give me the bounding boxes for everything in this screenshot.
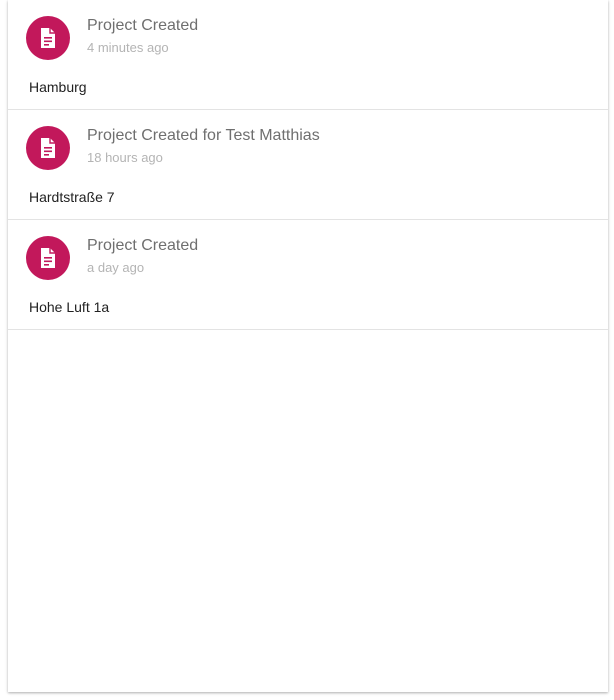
document-icon xyxy=(41,28,55,48)
activity-title: Project Created for Test Matthias xyxy=(87,127,320,144)
activity-time: a day ago xyxy=(87,260,145,275)
activity-item[interactable]: Project Created 4 minutes ago Hamburg xyxy=(8,0,608,110)
document-icon xyxy=(41,138,55,158)
activity-address: Hamburg xyxy=(29,79,87,95)
activity-time: 4 minutes ago xyxy=(87,40,169,55)
activity-title: Project Created xyxy=(87,17,199,34)
activity-avatar xyxy=(26,236,70,280)
activity-address: Hohe Luft 1a xyxy=(29,299,110,315)
activity-item[interactable]: Project Created a day ago Hohe Luft 1a xyxy=(8,220,608,330)
activity-feed: Project Created 4 minutes ago Hamburg Pr… xyxy=(8,0,608,692)
activity-item[interactable]: Project Created for Test Matthias 18 hou… xyxy=(8,110,608,220)
activity-time: 18 hours ago xyxy=(87,150,163,165)
document-icon xyxy=(41,248,55,268)
activity-address: Hardtstraße 7 xyxy=(29,189,115,205)
activity-avatar xyxy=(26,16,70,60)
activity-title: Project Created xyxy=(87,237,199,254)
activity-avatar xyxy=(26,126,70,170)
